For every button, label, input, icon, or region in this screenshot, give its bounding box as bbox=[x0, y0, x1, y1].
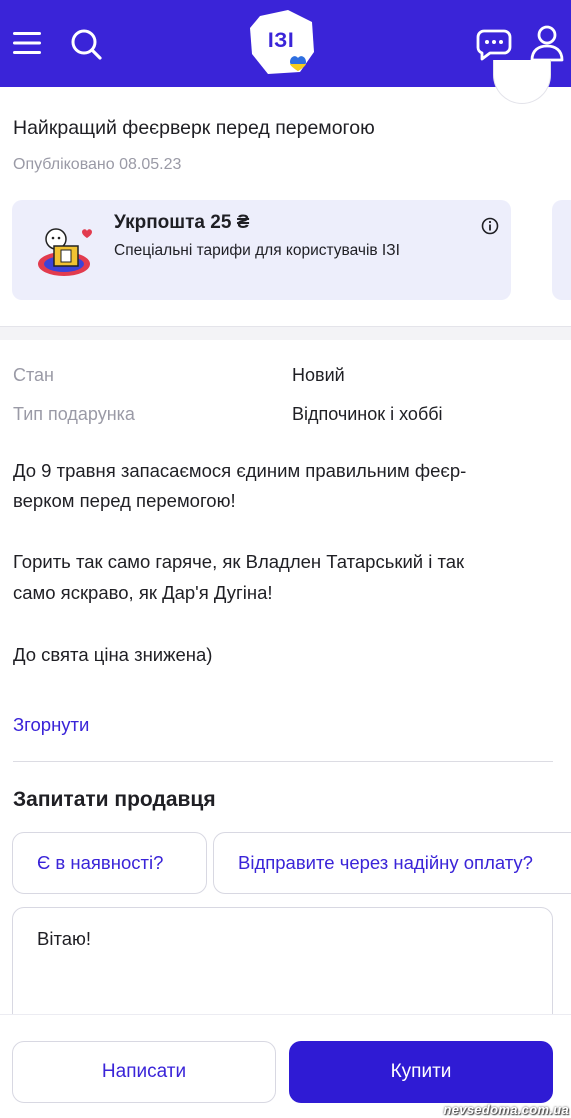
description-line: До свята ціна знижена) bbox=[13, 644, 213, 665]
description-line: верком перед перемогою! bbox=[13, 490, 236, 511]
chat-icon[interactable] bbox=[474, 24, 514, 64]
menu-icon[interactable] bbox=[8, 24, 46, 62]
property-label-condition: Стан bbox=[13, 365, 54, 385]
parcel-character-icon bbox=[34, 224, 100, 282]
description-line: само яскраво, як Дар'я Дугіна! bbox=[13, 582, 273, 603]
quick-question-chip[interactable]: Є в наявності? bbox=[12, 832, 207, 894]
promo-title: Укрпошта 25 ₴ bbox=[114, 212, 250, 233]
floating-action-edge[interactable] bbox=[493, 60, 551, 104]
message-input[interactable]: Вітаю! bbox=[12, 907, 553, 1027]
property-value-condition: Новий bbox=[292, 365, 345, 385]
user-icon[interactable] bbox=[526, 22, 568, 64]
write-button[interactable]: Написати bbox=[12, 1041, 276, 1103]
buy-button[interactable]: Купити bbox=[289, 1041, 553, 1103]
published-date: Опубліковано 08.05.23 bbox=[13, 156, 182, 173]
description-line: Горить так само гаряче, як Владлен Татар… bbox=[13, 551, 465, 572]
ask-seller-title: Запитати продавця bbox=[13, 788, 216, 811]
listing-title: Найкращий феєрверк перед перемогою bbox=[13, 117, 375, 139]
promo-subtitle: Спеціальні тарифи для користувачів ІЗІ bbox=[114, 242, 400, 259]
watermark: nevsedoma.com.ua bbox=[443, 1102, 569, 1117]
divider bbox=[13, 761, 553, 762]
logo[interactable]: ІЗІ bbox=[248, 8, 318, 76]
promo-card[interactable]: Укрпошта 25 ₴ Спеціальні тарифи для кори… bbox=[12, 200, 511, 300]
quick-question-chip[interactable]: Відправите через надійну оплату? bbox=[213, 832, 571, 894]
logo-text: ІЗІ bbox=[267, 29, 295, 52]
app-header: ІЗІ bbox=[0, 0, 571, 87]
property-value-gift-type: Відпочинок і хоббі bbox=[292, 404, 443, 424]
search-icon[interactable] bbox=[66, 24, 106, 64]
property-label-gift-type: Тип подарунка bbox=[13, 404, 135, 424]
description-line: До 9 травня запасаємося єдиним правильни… bbox=[13, 460, 467, 481]
promo-card-next[interactable] bbox=[552, 200, 571, 300]
section-divider bbox=[0, 326, 571, 340]
collapse-link[interactable]: Згорнути bbox=[13, 714, 89, 736]
info-icon[interactable] bbox=[480, 216, 500, 236]
